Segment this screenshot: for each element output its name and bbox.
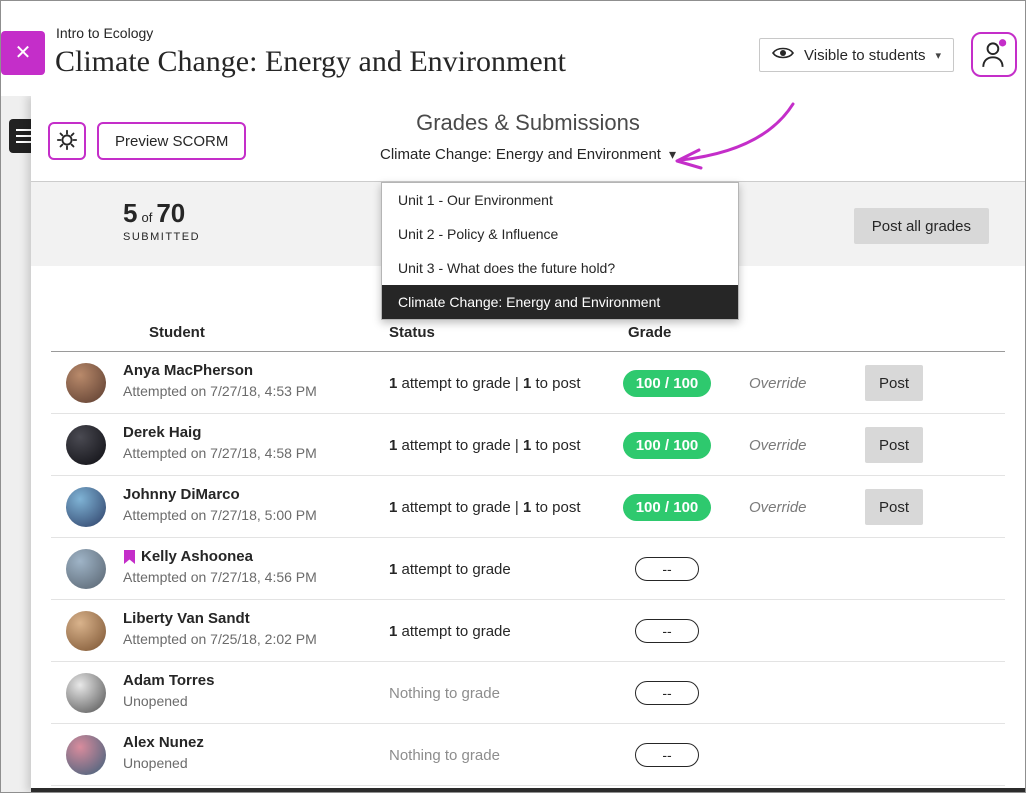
close-icon: ✕ bbox=[15, 43, 32, 63]
table-row[interactable]: Liberty Van Sandt Attempted on 7/25/18, … bbox=[31, 600, 1025, 662]
avatar bbox=[66, 363, 106, 403]
left-rail bbox=[1, 96, 31, 792]
student-info: Liberty Van Sandt Attempted on 7/25/18, … bbox=[123, 610, 317, 647]
grade-cell: 100 / 100 bbox=[607, 476, 727, 538]
notification-dot bbox=[999, 39, 1006, 46]
post-button[interactable]: Post bbox=[865, 365, 923, 401]
student-name: Johnny DiMarco bbox=[123, 486, 317, 503]
column-header-grade: Grade bbox=[628, 324, 671, 341]
grade-pill[interactable]: 100 / 100 bbox=[623, 370, 712, 397]
grades-rows: Anya MacPherson Attempted on 7/27/18, 4:… bbox=[31, 352, 1025, 786]
grade-cell: 100 / 100 bbox=[607, 414, 727, 476]
attempt-info: Attempted on 7/27/18, 5:00 PM bbox=[123, 507, 317, 523]
post-button[interactable]: Post bbox=[865, 427, 923, 463]
status-text: 1 attempt to grade bbox=[389, 600, 511, 662]
content-selector[interactable]: Climate Change: Energy and Environment ▾ bbox=[31, 146, 1025, 163]
override-link[interactable]: Override bbox=[749, 414, 807, 476]
total-count: 70 bbox=[156, 198, 185, 228]
grade-pill[interactable]: -- bbox=[635, 681, 698, 705]
of-label: of bbox=[141, 210, 152, 225]
attempt-info: Attempted on 7/27/18, 4:56 PM bbox=[123, 569, 317, 585]
top-header: Intro to Ecology Climate Change: Energy … bbox=[1, 1, 1025, 96]
attempt-info: Attempted on 7/27/18, 4:53 PM bbox=[123, 383, 317, 399]
visibility-button[interactable]: Visible to students ▾ bbox=[759, 38, 954, 72]
table-row[interactable]: Alex Nunez Unopened Nothing to grade -- bbox=[31, 724, 1025, 786]
student-name: Derek Haig bbox=[123, 424, 317, 441]
student-info: Johnny DiMarco Attempted on 7/27/18, 5:0… bbox=[123, 486, 317, 523]
profile-icon bbox=[980, 38, 1008, 71]
status-text: 1 attempt to grade | 1 to post bbox=[389, 352, 581, 414]
dropdown-item[interactable]: Unit 3 - What does the future hold? bbox=[382, 251, 738, 285]
post-all-grades-button[interactable]: Post all grades bbox=[854, 208, 989, 244]
caret-down-icon: ▾ bbox=[669, 146, 676, 163]
grade-cell: -- bbox=[607, 600, 727, 662]
attempt-info: Attempted on 7/25/18, 2:02 PM bbox=[123, 631, 317, 647]
chevron-down-icon: ▾ bbox=[935, 49, 941, 62]
main-panel: Preview SCORM Grades & Submissions Clima… bbox=[31, 96, 1025, 792]
course-name: Intro to Ecology bbox=[56, 25, 153, 41]
grade-cell: -- bbox=[607, 538, 727, 600]
student-name: Liberty Van Sandt bbox=[123, 610, 317, 627]
student-name: Kelly Ashoonea bbox=[123, 548, 317, 565]
section-title: Grades & Submissions bbox=[31, 110, 1025, 136]
grade-cell: -- bbox=[607, 662, 727, 724]
student-info: Alex Nunez Unopened bbox=[123, 734, 204, 771]
grade-pill[interactable]: -- bbox=[635, 557, 698, 581]
column-header-status: Status bbox=[389, 324, 435, 341]
profile-button[interactable] bbox=[971, 32, 1017, 77]
status-text: Nothing to grade bbox=[389, 724, 500, 786]
table-row[interactable]: Adam Torres Unopened Nothing to grade -- bbox=[31, 662, 1025, 724]
status-text: Nothing to grade bbox=[389, 662, 500, 724]
grade-pill[interactable]: 100 / 100 bbox=[623, 432, 712, 459]
grades-page: Intro to Ecology Climate Change: Energy … bbox=[0, 0, 1026, 793]
visibility-label: Visible to students bbox=[804, 47, 925, 64]
student-info: Derek Haig Attempted on 7/27/18, 4:58 PM bbox=[123, 424, 317, 461]
content-selector-label: Climate Change: Energy and Environment bbox=[380, 146, 661, 163]
column-header-student: Student bbox=[149, 324, 205, 341]
student-name: Alex Nunez bbox=[123, 734, 204, 751]
dropdown-item[interactable]: Unit 2 - Policy & Influence bbox=[382, 217, 738, 251]
student-info: Kelly Ashoonea Attempted on 7/27/18, 4:5… bbox=[123, 548, 317, 585]
submitted-counts: 5 of 70 SUBMITTED bbox=[123, 198, 200, 243]
avatar bbox=[66, 735, 106, 775]
grade-pill[interactable]: -- bbox=[635, 743, 698, 767]
dropdown-item[interactable]: Unit 1 - Our Environment bbox=[382, 183, 738, 217]
avatar bbox=[66, 673, 106, 713]
submitted-label: SUBMITTED bbox=[123, 231, 200, 243]
grade-cell: -- bbox=[607, 724, 727, 786]
flag-icon bbox=[123, 549, 136, 565]
avatar bbox=[66, 549, 106, 589]
attempt-info: Unopened bbox=[123, 693, 214, 709]
override-link[interactable]: Override bbox=[749, 476, 807, 538]
attempt-info: Unopened bbox=[123, 755, 204, 771]
table-row[interactable]: Derek Haig Attempted on 7/27/18, 4:58 PM… bbox=[31, 414, 1025, 476]
avatar bbox=[66, 487, 106, 527]
eye-icon bbox=[772, 45, 794, 65]
table-row[interactable]: Johnny DiMarco Attempted on 7/27/18, 5:0… bbox=[31, 476, 1025, 538]
student-name: Adam Torres bbox=[123, 672, 214, 689]
content-dropdown: Unit 1 - Our EnvironmentUnit 2 - Policy … bbox=[381, 182, 739, 320]
avatar bbox=[66, 611, 106, 651]
toolbar: Preview SCORM Grades & Submissions Clima… bbox=[31, 96, 1025, 182]
table-row[interactable]: Kelly Ashoonea Attempted on 7/27/18, 4:5… bbox=[31, 538, 1025, 600]
status-text: 1 attempt to grade | 1 to post bbox=[389, 414, 581, 476]
student-info: Anya MacPherson Attempted on 7/27/18, 4:… bbox=[123, 362, 317, 399]
post-button[interactable]: Post bbox=[865, 489, 923, 525]
status-text: 1 attempt to grade bbox=[389, 538, 511, 600]
next-section-edge bbox=[31, 788, 1025, 792]
table-row[interactable]: Anya MacPherson Attempted on 7/27/18, 4:… bbox=[31, 352, 1025, 414]
attempt-info: Attempted on 7/27/18, 4:58 PM bbox=[123, 445, 317, 461]
grade-pill[interactable]: -- bbox=[635, 619, 698, 643]
close-button[interactable]: ✕ bbox=[1, 31, 45, 75]
grade-pill[interactable]: 100 / 100 bbox=[623, 494, 712, 521]
page-title: Climate Change: Energy and Environment bbox=[55, 45, 566, 79]
avatar bbox=[66, 425, 106, 465]
student-name: Anya MacPherson bbox=[123, 362, 317, 379]
student-info: Adam Torres Unopened bbox=[123, 672, 214, 709]
dropdown-item[interactable]: Climate Change: Energy and Environment bbox=[382, 285, 738, 319]
grade-cell: 100 / 100 bbox=[607, 352, 727, 414]
status-text: 1 attempt to grade | 1 to post bbox=[389, 476, 581, 538]
override-link[interactable]: Override bbox=[749, 352, 807, 414]
submitted-count: 5 bbox=[123, 198, 137, 228]
